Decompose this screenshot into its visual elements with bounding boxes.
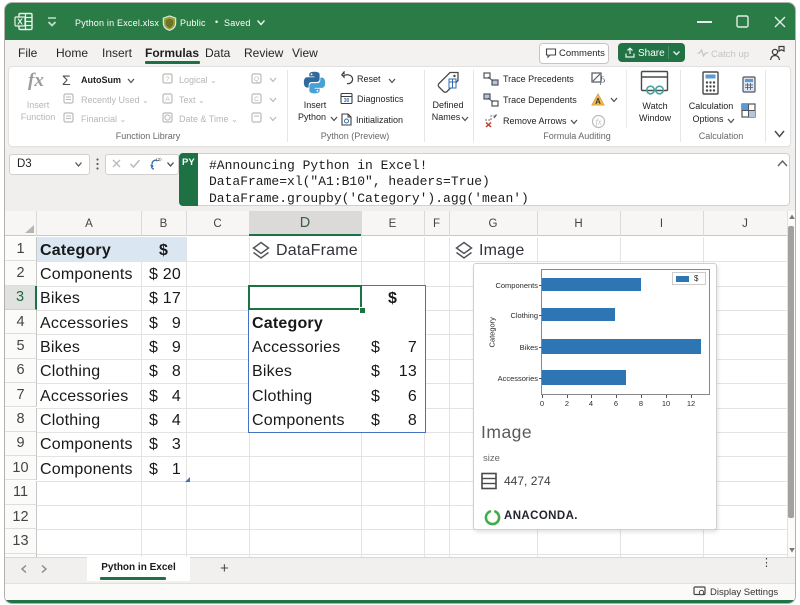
svg-text:⁽²⁾: ⁽²⁾ <box>156 157 162 165</box>
svg-text:Q: Q <box>254 76 259 83</box>
svg-text:?: ? <box>166 76 170 83</box>
svg-text:fx: fx <box>600 75 605 85</box>
svg-text:A: A <box>165 96 170 103</box>
svg-text:fx: fx <box>596 118 602 127</box>
svg-text:A: A <box>595 97 601 106</box>
svg-text:30: 30 <box>344 98 350 104</box>
svg-text:C: C <box>254 96 259 103</box>
svg-text:X: X <box>17 17 23 27</box>
